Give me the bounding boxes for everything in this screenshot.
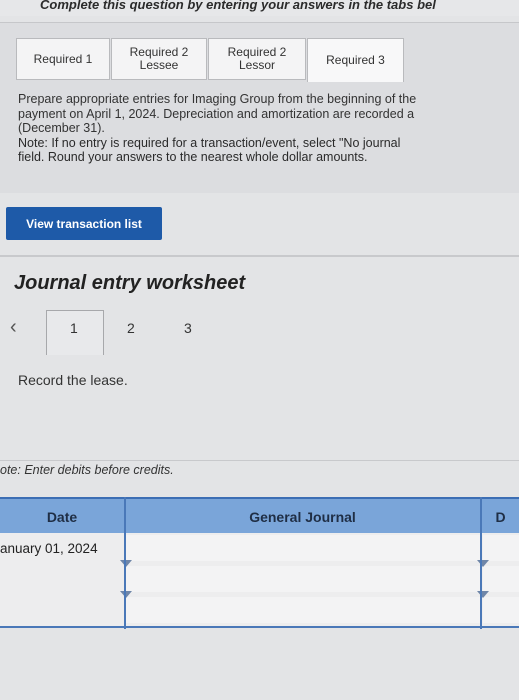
journal-header-row: Date General Journal D	[0, 497, 519, 535]
debit-credit-note: ote: Enter debits before credits.	[0, 463, 174, 477]
date-cell[interactable]: anuary 01, 2024	[0, 533, 124, 564]
dropdown-arrow-icon[interactable]	[120, 560, 132, 567]
journal-row	[0, 560, 519, 597]
tab-label: Required 2 Lessee	[129, 45, 189, 72]
header-instruction: Complete this question by entering your …	[40, 0, 436, 12]
instruction-note: field. Round your answers to the nearest…	[18, 150, 368, 164]
debit-cell[interactable]	[483, 535, 519, 561]
date-column-header: Date	[46, 509, 78, 525]
journal-row	[0, 591, 519, 628]
account-cell[interactable]	[126, 566, 480, 592]
column-divider	[124, 497, 126, 629]
general-journal-column-header: General Journal	[249, 509, 356, 525]
view-transaction-list-button[interactable]: View transaction list	[6, 207, 162, 240]
page-1-button[interactable]: 1	[70, 320, 78, 336]
account-cell[interactable]	[126, 597, 480, 623]
debit-cell[interactable]	[483, 566, 519, 592]
worksheet-title: Journal entry worksheet	[14, 272, 246, 294]
chevron-left-icon[interactable]: ‹	[10, 316, 17, 339]
dropdown-arrow-icon[interactable]	[477, 591, 489, 598]
page-3-button[interactable]: 3	[184, 320, 192, 336]
instruction-note: Note: If no entry is required for a tran…	[18, 135, 401, 150]
date-cell[interactable]	[0, 595, 124, 626]
instruction-line: payment on April 1, 2024. Depreciation a…	[18, 106, 415, 121]
page-2-button[interactable]: 2	[127, 320, 135, 336]
top-bar: Complete this question by entering your …	[0, 0, 519, 16]
tab-label: Required 1	[33, 51, 93, 66]
debit-column-header: D	[495, 509, 506, 525]
page-background	[0, 629, 519, 700]
tab-required-2-lessee[interactable]: Required 2 Lessee	[111, 38, 207, 80]
instructions: Prepare appropriate entries for Imaging …	[18, 92, 519, 165]
tab-required-3[interactable]: Required 3	[307, 38, 404, 82]
date-cell[interactable]	[0, 564, 124, 595]
tab-required-2-lessor[interactable]: Required 2 Lessor	[208, 38, 306, 80]
journal-table: Date General Journal D anuary 01, 2024	[0, 497, 519, 629]
dropdown-arrow-icon[interactable]	[477, 560, 489, 567]
debit-cell[interactable]	[483, 597, 519, 623]
tab-required-1[interactable]: Required 1	[16, 38, 110, 80]
instruction-line: (December 31).	[18, 121, 105, 135]
divider	[0, 460, 519, 461]
tab-label: Required 3	[326, 53, 385, 67]
instruction-line: Prepare appropriate entries for Imaging …	[18, 92, 417, 106]
column-divider	[480, 497, 482, 629]
transaction-description: Record the lease.	[18, 372, 128, 388]
account-cell[interactable]	[126, 535, 480, 561]
dropdown-arrow-icon[interactable]	[120, 591, 132, 598]
journal-row: anuary 01, 2024	[0, 533, 519, 566]
divider	[0, 255, 519, 257]
tab-label: Required 2 Lessor	[227, 45, 287, 72]
